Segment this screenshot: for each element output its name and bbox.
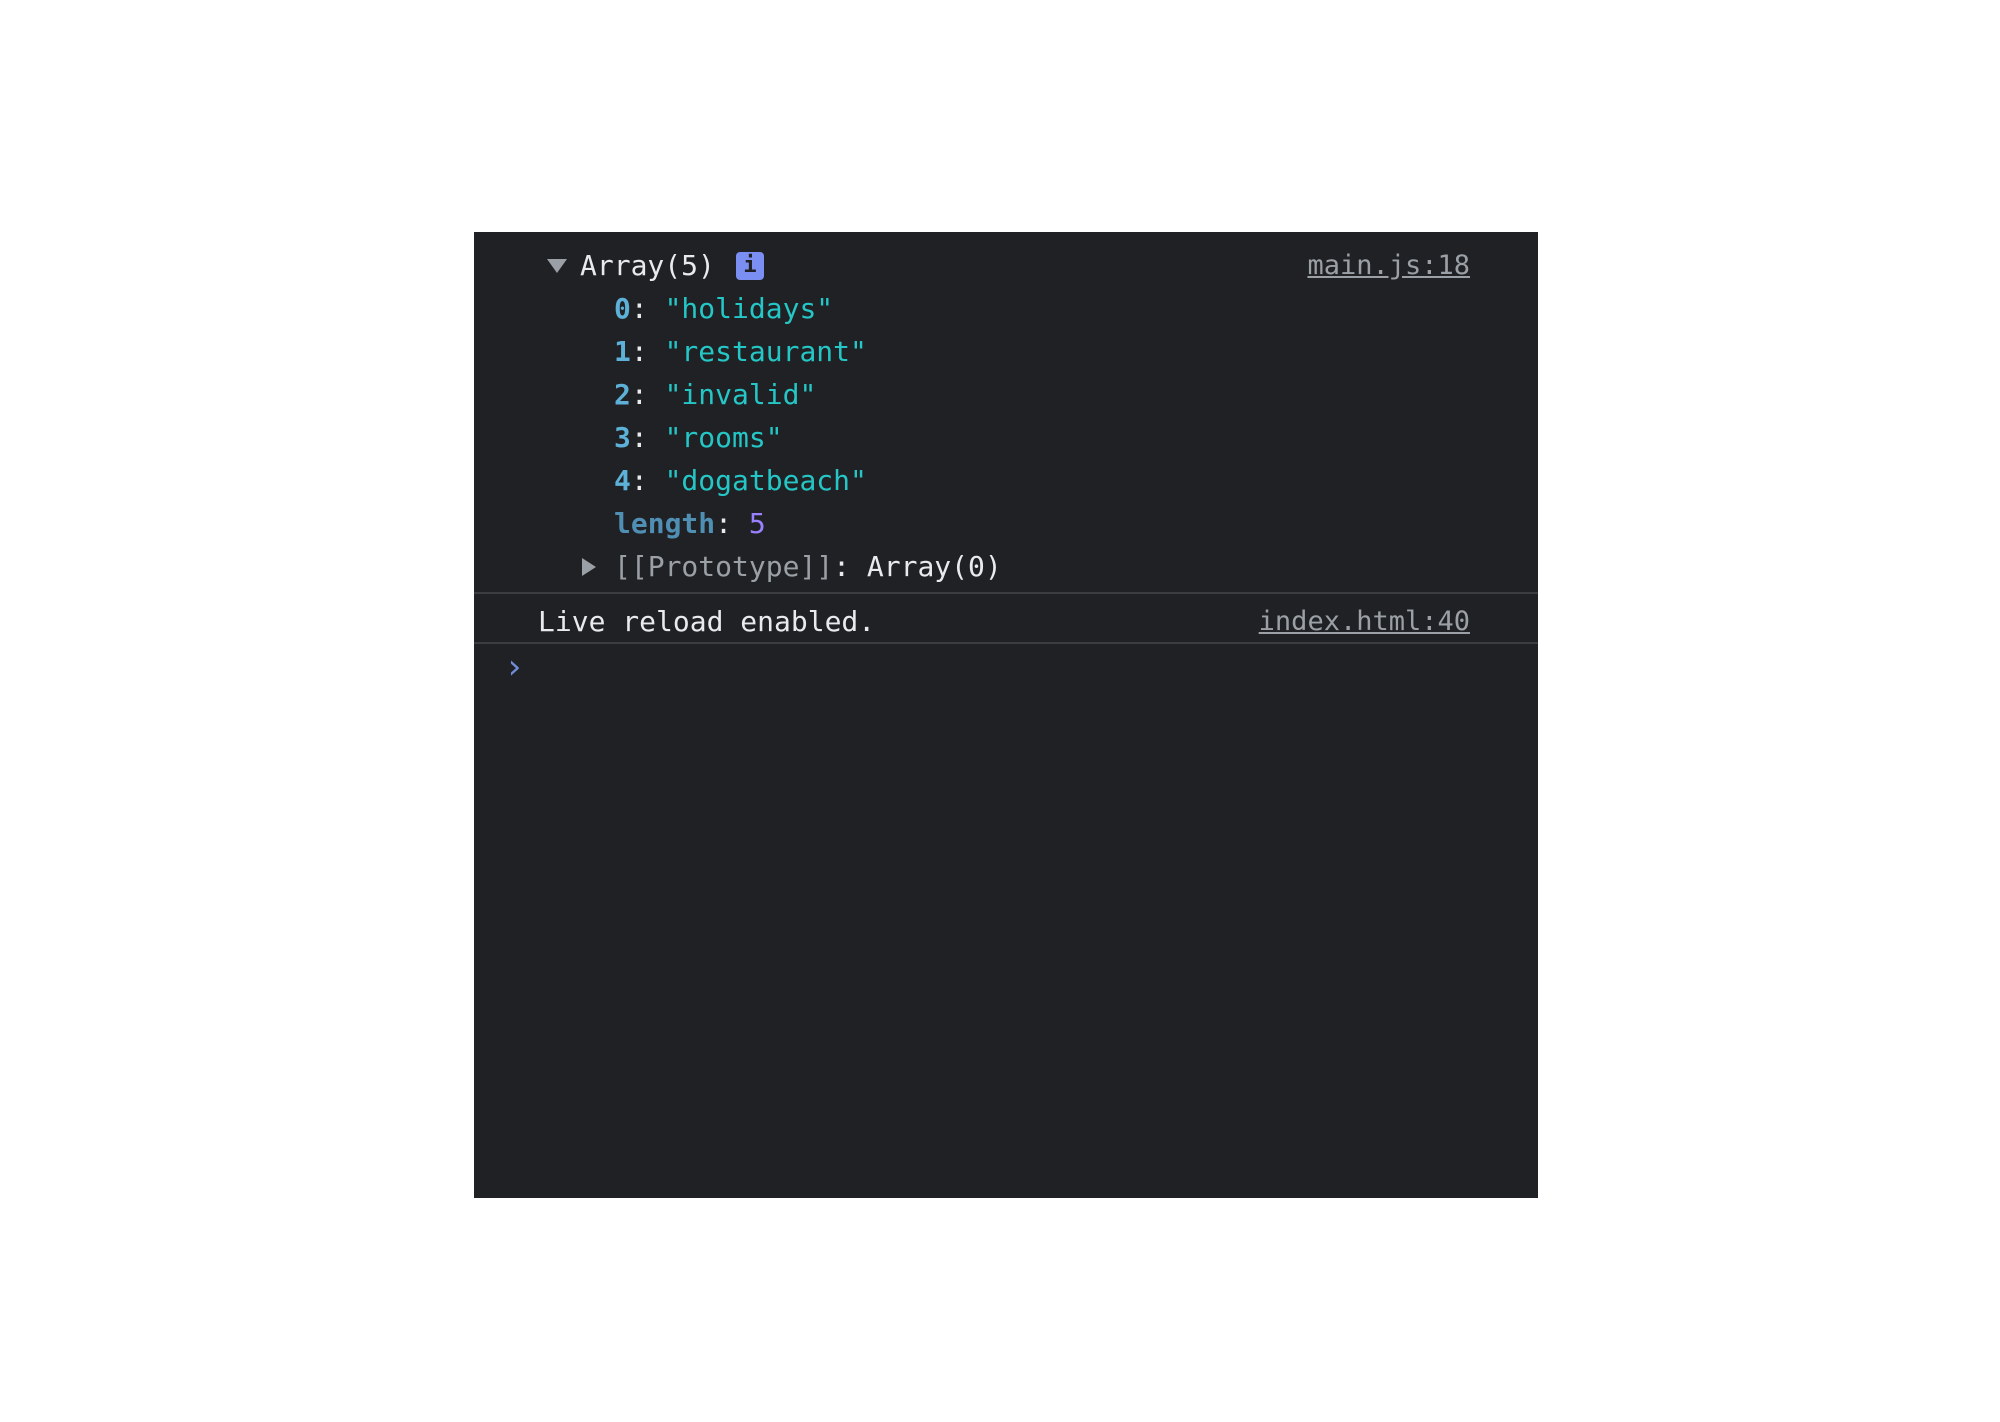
source-link-index-html[interactable]: index.html:40	[1259, 600, 1470, 643]
array-item: 0: "holidays"	[614, 292, 834, 325]
array-item-value: "holidays"	[664, 292, 834, 325]
array-item-index: 0	[614, 292, 631, 325]
expand-triangle-right-icon[interactable]	[582, 558, 596, 576]
info-icon[interactable]: i	[736, 252, 764, 280]
devtools-console-panel: Array(5) i main.js:18 0: "holidays" 1: "…	[474, 232, 1538, 1198]
array-item-value: "invalid"	[664, 378, 817, 411]
array-item: 4: "dogatbeach"	[614, 464, 867, 497]
array-item: 3: "rooms"	[614, 421, 783, 454]
console-prompt-chevron-icon[interactable]: ›	[504, 650, 524, 684]
array-item-value: "rooms"	[664, 421, 783, 454]
entry-divider	[474, 592, 1538, 594]
array-item: 1: "restaurant"	[614, 335, 867, 368]
prototype-row[interactable]: [[Prototype]]: Array(0)	[474, 545, 1538, 588]
array-summary-label: Array(5)	[580, 249, 715, 282]
length-value: 5	[748, 507, 766, 540]
length-key: length	[614, 507, 716, 540]
array-length-row: length: 5	[614, 507, 766, 540]
array-item: 2: "invalid"	[614, 378, 817, 411]
expand-triangle-down-icon[interactable]	[547, 259, 567, 273]
array-item-index: 1	[614, 335, 631, 368]
array-item-index: 2	[614, 378, 631, 411]
log-message-text: Live reload enabled.	[538, 605, 876, 638]
prototype-key: [[Prototype]]	[614, 550, 834, 583]
array-item-index: 4	[614, 464, 631, 497]
console-input-area[interactable]	[534, 644, 1538, 1198]
array-summary-row[interactable]: Array(5) i main.js:18	[474, 244, 1538, 287]
array-item-index: 3	[614, 421, 631, 454]
source-link-main-js[interactable]: main.js:18	[1307, 244, 1470, 287]
array-item-value: "dogatbeach"	[664, 464, 867, 497]
prototype-value: Array(0)	[866, 550, 1002, 583]
array-item-value: "restaurant"	[664, 335, 867, 368]
log-message-row: Live reload enabled. index.html:40	[474, 600, 1538, 643]
